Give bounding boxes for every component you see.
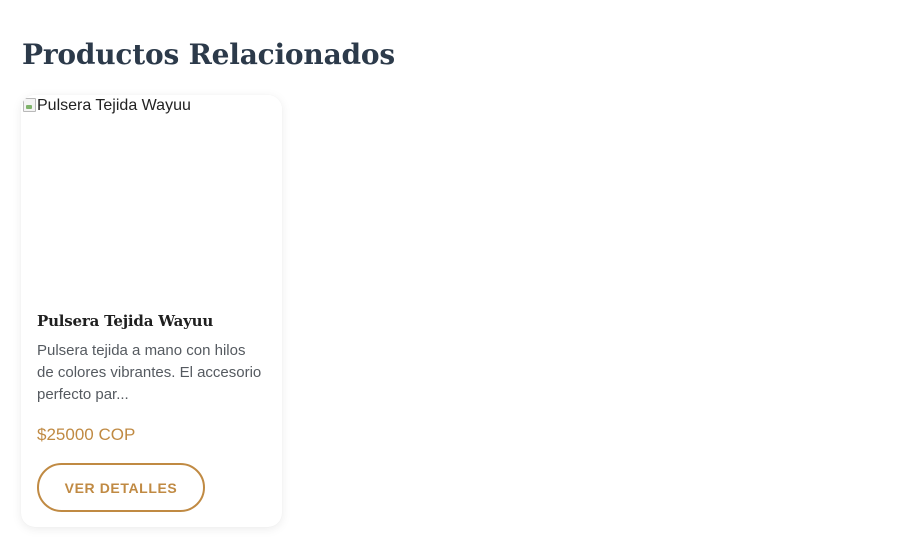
product-image-alt-text: Pulsera Tejida Wayuu xyxy=(37,97,191,114)
broken-image-icon xyxy=(23,98,36,112)
product-card-body: Pulsera Tejida Wayuu Pulsera tejida a ma… xyxy=(37,310,266,446)
product-description: Pulsera tejida a mano con hilos de color… xyxy=(37,342,262,403)
product-price: $25000 COP xyxy=(37,425,136,444)
product-card[interactable]: Pulsera Tejida Wayuu Pulsera Tejida Wayu… xyxy=(21,95,282,527)
product-image[interactable]: Pulsera Tejida Wayuu xyxy=(21,95,282,295)
view-details-button[interactable]: VER DETALLES xyxy=(37,463,205,512)
product-name: Pulsera Tejida Wayuu xyxy=(37,312,214,330)
related-products-section: Productos Relacionados Pulsera Tejida Wa… xyxy=(0,0,922,555)
section-title: Productos Relacionados xyxy=(22,38,395,71)
